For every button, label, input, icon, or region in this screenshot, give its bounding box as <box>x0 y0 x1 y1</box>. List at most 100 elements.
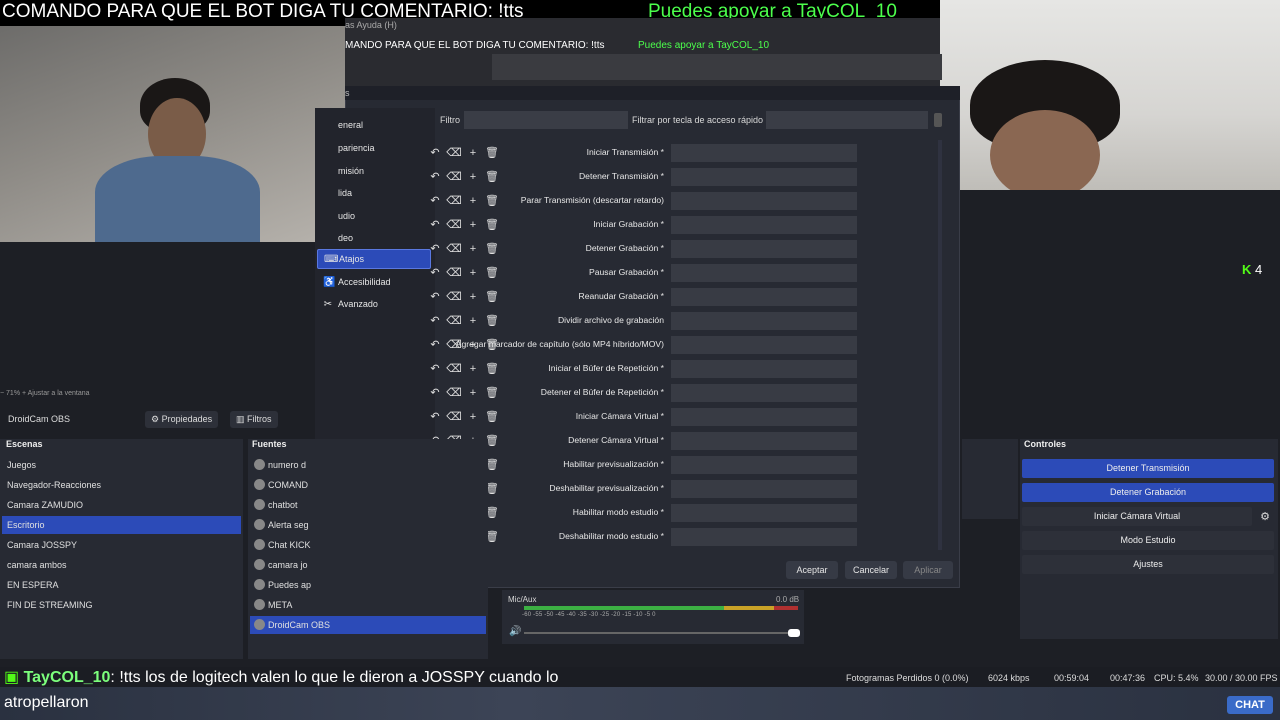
control-button[interactable]: Detener Grabación <box>1022 483 1274 502</box>
hotkey-input[interactable] <box>671 480 857 498</box>
revert-icon[interactable]: ↶ <box>427 169 443 185</box>
nav-item-4[interactable]: udio <box>317 206 431 226</box>
clear-icon[interactable]: ⌫ <box>446 217 462 233</box>
delete-icon[interactable]: 🗑 <box>484 313 500 329</box>
source-item[interactable]: DroidCam OBS <box>250 616 486 634</box>
delete-icon[interactable]: 🗑 <box>484 193 500 209</box>
nav-item-0[interactable]: eneral <box>317 115 431 135</box>
control-button[interactable]: Iniciar Cámara Virtual <box>1022 507 1252 526</box>
revert-icon[interactable]: ↶ <box>427 313 443 329</box>
revert-icon[interactable]: ↶ <box>427 409 443 425</box>
control-button[interactable]: Detener Transmisión <box>1022 459 1274 478</box>
hotkey-input[interactable] <box>671 384 857 402</box>
source-item[interactable]: Chat KICK <box>250 536 486 554</box>
source-item[interactable]: chatbot <box>250 496 486 514</box>
control-button[interactable]: Modo Estudio <box>1022 531 1274 550</box>
nav-item-7[interactable]: ♿ Accesibilidad <box>317 272 431 292</box>
hotkey-input[interactable] <box>671 288 857 306</box>
clear-icon[interactable]: ⌫ <box>446 265 462 281</box>
hotkey-input[interactable] <box>671 312 857 330</box>
hotkey-input[interactable] <box>671 168 857 186</box>
hotkey-input[interactable] <box>671 432 857 450</box>
dialog-scrollbar[interactable] <box>938 140 942 550</box>
hotkey-input[interactable] <box>671 408 857 426</box>
add-icon[interactable]: + <box>465 217 481 233</box>
hotkey-input[interactable] <box>671 216 857 234</box>
scene-item[interactable]: EN ESPERA <box>2 576 241 594</box>
add-icon[interactable]: + <box>465 385 481 401</box>
filter-input[interactable] <box>464 111 628 129</box>
scene-item[interactable]: FIN DE STREAMING <box>2 596 241 614</box>
scene-item[interactable]: Navegador-Reacciones <box>2 476 241 494</box>
delete-icon[interactable]: 🗑 <box>484 409 500 425</box>
delete-icon[interactable]: 🗑 <box>484 169 500 185</box>
source-item[interactable]: COMAND <box>250 476 486 494</box>
source-item[interactable]: numero d <box>250 456 486 474</box>
hotkey-input[interactable] <box>671 504 857 522</box>
filters-button[interactable]: ▥ Filtros <box>230 411 278 428</box>
speaker-icon[interactable]: 🔊 <box>509 626 521 637</box>
clear-icon[interactable]: ⌫ <box>446 241 462 257</box>
add-icon[interactable]: + <box>465 169 481 185</box>
add-icon[interactable]: + <box>465 337 481 353</box>
clear-icon[interactable]: ⌫ <box>446 337 462 353</box>
clear-icon[interactable]: ⌫ <box>446 145 462 161</box>
apply-button[interactable]: Aplicar <box>903 561 953 579</box>
zoom-bar[interactable]: − 71% + Ajustar a la ventana <box>0 390 310 404</box>
add-icon[interactable]: + <box>465 241 481 257</box>
revert-icon[interactable]: ↶ <box>427 193 443 209</box>
delete-icon[interactable]: 🗑 <box>484 289 500 305</box>
delete-icon[interactable]: 🗑 <box>484 241 500 257</box>
nav-item-5[interactable]: deo <box>317 228 431 248</box>
clear-icon[interactable]: ⌫ <box>446 361 462 377</box>
delete-icon[interactable]: 🗑 <box>484 265 500 281</box>
revert-icon[interactable]: ↶ <box>427 217 443 233</box>
add-icon[interactable]: + <box>465 289 481 305</box>
revert-icon[interactable]: ↶ <box>427 145 443 161</box>
chat-button[interactable]: CHAT <box>1227 696 1273 714</box>
properties-button[interactable]: ⚙ Propiedades <box>145 411 219 428</box>
scene-item[interactable]: Juegos <box>2 456 241 474</box>
control-button[interactable]: Ajustes <box>1022 555 1274 574</box>
source-item[interactable]: META <box>250 596 486 614</box>
clear-icon[interactable]: ⌫ <box>446 169 462 185</box>
source-item[interactable]: Alerta seg <box>250 516 486 534</box>
add-icon[interactable]: + <box>465 409 481 425</box>
cancel-button[interactable]: Cancelar <box>845 561 897 579</box>
clear-icon[interactable]: ⌫ <box>446 385 462 401</box>
nav-item-6[interactable]: ⌨ Atajos <box>317 249 431 269</box>
hotkey-input[interactable] <box>671 144 857 162</box>
hotkey-input[interactable] <box>671 264 857 282</box>
revert-icon[interactable]: ↶ <box>427 289 443 305</box>
hotkey-input[interactable] <box>671 240 857 258</box>
delete-icon[interactable]: 🗑 <box>484 385 500 401</box>
nav-item-3[interactable]: lida <box>317 183 431 203</box>
add-icon[interactable]: + <box>465 193 481 209</box>
revert-icon[interactable]: ↶ <box>427 361 443 377</box>
hotkey-input[interactable] <box>671 528 857 546</box>
hotkey-input[interactable] <box>671 336 857 354</box>
clear-icon[interactable]: ⌫ <box>446 313 462 329</box>
delete-icon[interactable]: 🗑 <box>484 217 500 233</box>
revert-icon[interactable]: ↶ <box>427 265 443 281</box>
scene-item[interactable]: Camara ZAMUDIO <box>2 496 241 514</box>
add-icon[interactable]: + <box>465 265 481 281</box>
revert-icon[interactable]: ↶ <box>427 385 443 401</box>
add-icon[interactable]: + <box>465 313 481 329</box>
clear-icon[interactable]: ⌫ <box>446 409 462 425</box>
nav-item-2[interactable]: misión <box>317 161 431 181</box>
add-icon[interactable]: + <box>465 361 481 377</box>
hotkey-input[interactable] <box>671 360 857 378</box>
delete-icon[interactable]: 🗑 <box>484 145 500 161</box>
scene-item[interactable]: Camara JOSSPY <box>2 536 241 554</box>
volume-knob[interactable] <box>788 629 800 637</box>
scene-item[interactable]: Escritorio <box>2 516 241 534</box>
revert-icon[interactable]: ↶ <box>427 337 443 353</box>
clear-icon[interactable]: ⌫ <box>446 193 462 209</box>
delete-icon[interactable]: 🗑 <box>484 361 500 377</box>
volume-slider[interactable] <box>524 632 796 634</box>
accept-button[interactable]: Aceptar <box>786 561 838 579</box>
scene-item[interactable]: camara ambos <box>2 556 241 574</box>
hotkey-input[interactable] <box>671 192 857 210</box>
delete-icon[interactable]: 🗑 <box>484 337 500 353</box>
